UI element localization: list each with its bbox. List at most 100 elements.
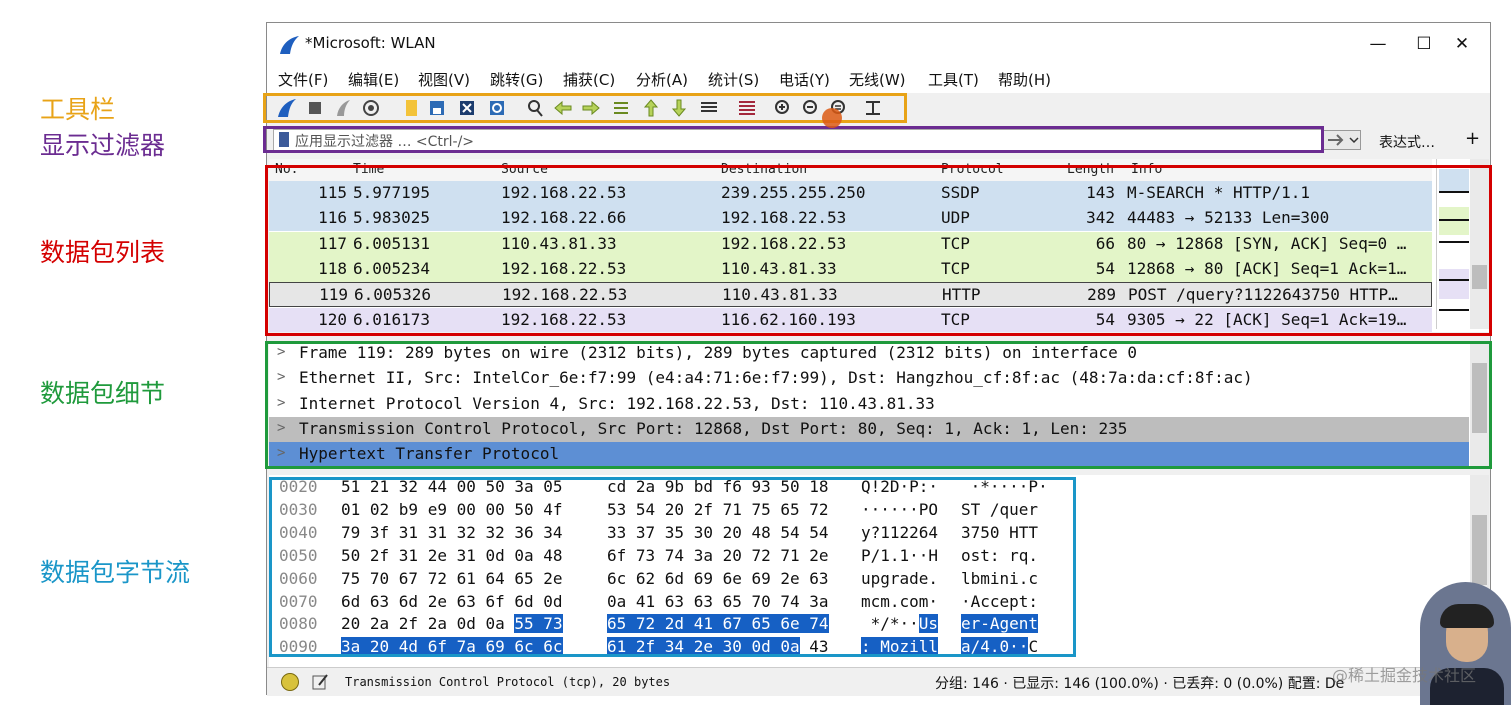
hex-row[interactable]: 0040 79 3f 31 31 32 32 36 34 33 37 35 30 2…: [269, 521, 1469, 544]
packet-cell-time: 6.005234: [353, 258, 431, 278]
expand-arrow-icon[interactable]: >: [277, 395, 285, 411]
display-filter-bar: 应用显示过滤器 … <Ctrl-/> 表达式… +: [267, 124, 1490, 158]
save-icon[interactable]: [427, 98, 447, 118]
hex-bytes: 6f 73 74 3a 20 72 71 2e: [607, 545, 829, 565]
packet-cell-info: M-SEARCH * HTTP/1.1: [1127, 183, 1311, 202]
bookmark-icon[interactable]: [279, 132, 289, 147]
close-button[interactable]: ✕: [1439, 27, 1485, 61]
main-toolbar: [267, 93, 1490, 123]
go-to-packet-icon[interactable]: [611, 98, 631, 118]
hex-row[interactable]: 0020 51 21 32 44 00 50 3a 05 cd 2a 9b bd f…: [269, 475, 1469, 498]
status-message: Transmission Control Protocol (tcp), 20 …: [345, 675, 671, 689]
packet-row[interactable]: 119 6.005326 192.168.22.53 110.43.81.33 HTTP…: [269, 282, 1432, 308]
expand-arrow-icon[interactable]: >: [277, 445, 285, 461]
detail-text: Ethernet II, Src: IntelCor_6e:f7:99 (e4:…: [299, 368, 1253, 388]
packet-cell-dst: 239.255.255.250: [721, 183, 866, 202]
packet-cell-proto: HTTP: [942, 285, 981, 305]
hex-bytes: 6c 62 6d 69 6e 69 2e 63: [607, 568, 829, 588]
hex-row[interactable]: 0090 3a 20 4d 6f 7a 69 6c 6c 61 2f 34 2e 3…: [269, 635, 1469, 658]
col-length[interactable]: Length: [1067, 162, 1114, 177]
menu-edit[interactable]: 编辑(E): [348, 69, 399, 90]
open-file-icon[interactable]: [401, 98, 421, 118]
annotation-display-filter: 显示过滤器: [40, 131, 166, 160]
packet-row[interactable]: 116 5.983025 192.168.22.66 192.168.22.53 UDP…: [269, 206, 1432, 232]
packet-cell-time: 6.016173: [353, 309, 431, 329]
menu-telephony[interactable]: 电话(Y): [779, 69, 830, 90]
packet-row[interactable]: 115 5.977195 192.168.22.53 239.255.255.250 S…: [269, 181, 1432, 206]
menu-tools[interactable]: 工具(T): [928, 69, 979, 90]
shark-fin-icon[interactable]: [277, 98, 297, 118]
hex-group-b: 33 37 35 30 20 48 54 54: [607, 523, 829, 542]
hex-bytes: 33 37 35 30 20 48 54 54: [607, 522, 829, 542]
packet-minimap[interactable]: [1436, 159, 1471, 329]
packet-row[interactable]: 117 6.005131 110.43.81.33 192.168.22.53 TCP 6…: [269, 231, 1432, 257]
title-bar: *Microsoft: WLAN — ☐ ✕: [267, 23, 1490, 65]
hex-row[interactable]: 0060 75 70 67 72 61 64 65 2e 6c 62 6d 69 6…: [269, 567, 1469, 590]
packet-cell-dst: 110.43.81.33: [722, 285, 838, 305]
menu-go[interactable]: 跳转(G): [490, 69, 543, 90]
hex-group-a: 50 2f 31 2e 31 0d 0a 48: [341, 546, 563, 565]
expand-arrow-icon[interactable]: >: [277, 369, 285, 385]
back-icon[interactable]: [553, 98, 573, 118]
last-packet-icon[interactable]: [669, 98, 689, 118]
options-icon[interactable]: [361, 98, 381, 118]
packet-row[interactable]: 118 6.005234 192.168.22.53 110.43.81.33 TCP 5…: [269, 256, 1432, 282]
hex-row[interactable]: 0080 20 2a 2f 2a 0d 0a 55 73 65 72 2d 41 6…: [269, 612, 1469, 635]
packet-row[interactable]: 120 6.016173 192.168.22.53 116.62.160.193 TC…: [269, 307, 1432, 332]
apply-filter-button[interactable]: [1323, 130, 1361, 150]
hex-row[interactable]: 0050 50 2f 31 2e 31 0d 0a 48 6f 73 74 3a 2…: [269, 544, 1469, 567]
menu-file[interactable]: 文件(F): [278, 69, 328, 90]
menu-capture[interactable]: 捕获(C): [563, 69, 615, 90]
detail-text: Transmission Control Protocol, Src Port:…: [299, 418, 1128, 438]
colorize-icon[interactable]: [737, 98, 757, 118]
detail-tree-row[interactable]: > Internet Protocol Version 4, Src: 192.1…: [269, 391, 1469, 417]
detail-tree-row[interactable]: > Frame 119: 289 bytes on wire (2312 bits…: [269, 341, 1469, 366]
packet-cell-info: 9305 → 22 [ACK] Seq=1 Ack=19…: [1127, 309, 1407, 329]
ascii-group-a: */*··Us: [861, 614, 939, 634]
edit-comment-icon[interactable]: [311, 673, 329, 691]
packet-cell-no: 117: [318, 233, 347, 253]
stop-icon[interactable]: [305, 98, 325, 118]
reload-icon[interactable]: [487, 98, 507, 118]
packet-list-scrollbar[interactable]: [1470, 159, 1489, 329]
col-destination[interactable]: Destination: [721, 162, 807, 177]
expand-arrow-icon[interactable]: >: [277, 420, 285, 436]
detail-tree-row[interactable]: > Hypertext Transfer Protocol: [269, 442, 1469, 466]
expand-arrow-icon[interactable]: >: [277, 344, 285, 360]
hex-row[interactable]: 0070 6d 63 6d 2e 63 6f 6d 0d 0a 41 63 63 6…: [269, 590, 1469, 613]
hex-bytes: 01 02 b9 e9 00 00 50 4f: [341, 499, 563, 519]
packet-details-scrollbar[interactable]: [1470, 341, 1489, 466]
expression-button[interactable]: 表达式…: [1379, 132, 1435, 152]
menu-view[interactable]: 视图(V): [418, 69, 470, 90]
col-no[interactable]: No.: [275, 162, 298, 177]
restart-icon[interactable]: [333, 98, 353, 118]
col-info[interactable]: Info: [1131, 162, 1162, 177]
minimize-button[interactable]: —: [1355, 27, 1401, 61]
add-filter-button[interactable]: +: [1465, 128, 1480, 149]
detail-tree-row[interactable]: > Ethernet II, Src: IntelCor_6e:f7:99 (e4…: [269, 366, 1469, 392]
find-icon[interactable]: [525, 98, 545, 118]
menu-statistics[interactable]: 统计(S): [708, 69, 759, 90]
hex-offset: 0080: [279, 614, 318, 634]
ascii-group-b: ST /quer: [961, 500, 1038, 519]
menu-help[interactable]: 帮助(H): [998, 69, 1051, 90]
hex-group-a: 79 3f 31 31 32 32 36 34: [341, 523, 563, 542]
hex-offset: 0070: [279, 591, 318, 611]
resize-columns-icon[interactable]: [863, 98, 883, 118]
col-source[interactable]: Source: [501, 162, 548, 177]
detail-tree-row[interactable]: > Transmission Control Protocol, Src Port…: [269, 416, 1469, 442]
menu-wireless[interactable]: 无线(W): [849, 69, 906, 90]
forward-icon[interactable]: [581, 98, 601, 118]
zoom-out-icon[interactable]: [801, 98, 821, 118]
menu-analyze[interactable]: 分析(A): [636, 69, 688, 90]
col-protocol[interactable]: Protocol: [941, 162, 1004, 177]
packet-cell-dst: 192.168.22.53: [721, 208, 847, 228]
first-packet-icon[interactable]: [641, 98, 661, 118]
expert-info-icon[interactable]: [281, 673, 299, 691]
col-time[interactable]: Time: [353, 162, 384, 177]
hex-bytes: 61 2f 34 2e 30 0d 0a: [607, 637, 800, 657]
zoom-in-icon[interactable]: [773, 98, 793, 118]
autoscroll-icon[interactable]: [699, 98, 719, 118]
hex-row[interactable]: 0030 01 02 b9 e9 00 00 50 4f 53 54 20 2f 7…: [269, 498, 1469, 521]
close-file-icon[interactable]: [457, 98, 477, 118]
